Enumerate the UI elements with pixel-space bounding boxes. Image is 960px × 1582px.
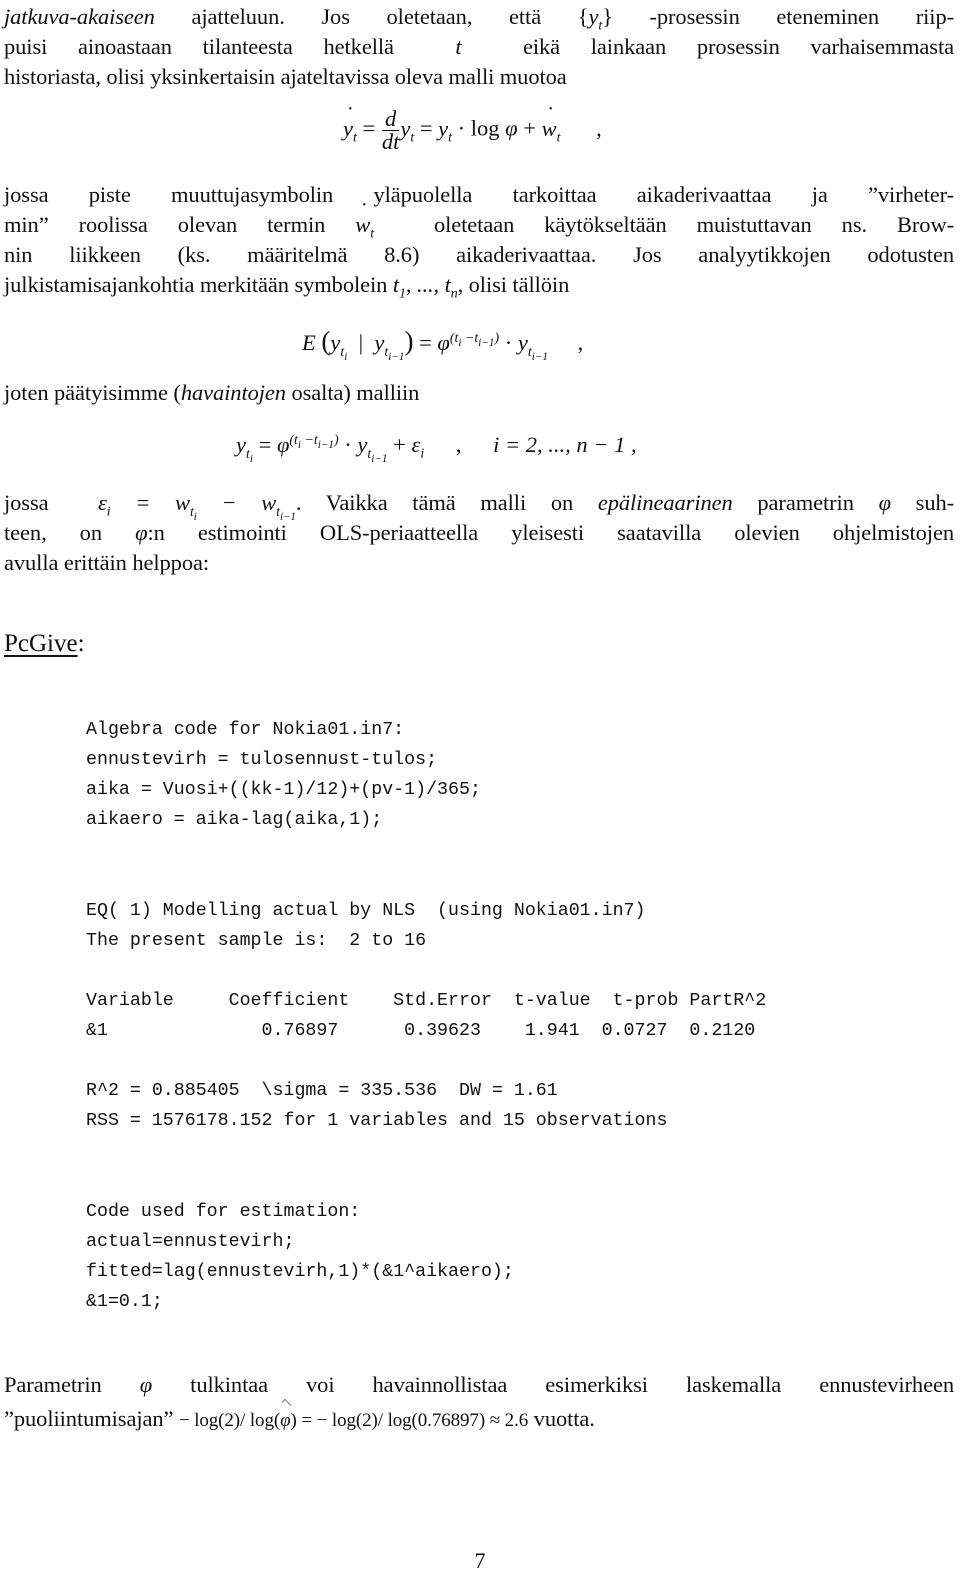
math-phi: φ [139, 1372, 153, 1397]
italic-term: havaintojen [180, 380, 286, 405]
para1-line2: puisi ainoastaan tilanteesta hetkellä t … [4, 32, 954, 62]
code-line: &1=0.1; [86, 1292, 163, 1312]
equation-expectation: E (yti | yti−1) = φ(ti −ti−1) · yti−1 , [302, 326, 584, 363]
text: osalta) malliin [285, 380, 420, 405]
output-title: EQ( 1) Modelling actual by NLS (using No… [86, 901, 646, 921]
derivative-fraction: d dt [381, 106, 400, 154]
equation-ode: yt = ddtyt = yt · log φ + wt , [343, 102, 602, 154]
text: eikä lainkaan prosessin varhaisemmasta [492, 34, 955, 59]
math-phi: φ [878, 490, 891, 515]
para2-line1: jossa piste muuttujasymbolin yläpuolella… [4, 182, 954, 207]
index-range: i = 2, ..., n − 1 , [493, 432, 637, 457]
code-line: Algebra code for Nokia01.in7: [86, 720, 405, 740]
text: julkistamisajankohtia merkitään symbolei… [4, 272, 393, 297]
italic-term: epälineaarinen [597, 490, 733, 515]
comma: , [596, 115, 602, 141]
text: min” roolissa olevan termin [4, 212, 356, 237]
text: } -prosessin eteneminen riip- [602, 4, 954, 29]
text: ajatteluun. Jos oletetaan, että { [154, 4, 589, 29]
output-table-row: &1 0.76897 0.39623 1.941 0.0727 0.2120 [86, 1021, 756, 1041]
para5-line2: ”puoliintumisajan” − log(2)/ log(φ) = − … [4, 1404, 595, 1436]
output-stats-2: RSS = 1576178.152 for 1 variables and 15… [86, 1111, 668, 1131]
text: Parametrin [4, 1372, 140, 1397]
para4-line2: teen, on φ:n estimointi OLS-periaatteell… [4, 518, 954, 548]
code-line: ennustevirh = tulosennust-tulos; [86, 750, 438, 770]
text: tulkintaa voi havainnollistaa esimerkiks… [152, 1372, 954, 1397]
para2-line2: min” roolissa olevan termin wt oletetaan… [4, 196, 954, 241]
colon: : [77, 630, 85, 657]
para3-line: joten päätyisimme (havaintojen osalta) m… [4, 378, 419, 408]
math-wdot: wt [355, 196, 404, 241]
equation-model: yti = φ(ti −ti−1) · yti−1 + εi , i = 2, … [236, 432, 637, 465]
math-t: t [424, 34, 493, 59]
text: parametrin [732, 490, 879, 515]
text: suh- [890, 490, 955, 515]
output-table-header: Variable Coefficient Std.Error t-value t… [86, 991, 767, 1011]
para2-line3: nin liikkeen (ks. määritelmä 8.6) aikade… [4, 242, 954, 267]
page-number: 7 [474, 1548, 486, 1573]
output-stats-1: R^2 = 0.885405 \sigma = 335.536 DW = 1.6… [86, 1081, 558, 1101]
text: teen, on [4, 520, 136, 545]
text: jossa [4, 490, 74, 515]
output-sample: The present sample is: 2 to 16 [86, 931, 427, 951]
math-text: − log(2)/ log( [178, 1410, 281, 1431]
code-line: actual=ennustevirh; [86, 1232, 295, 1252]
code-line: aikaero = aika-lag(aika,1); [86, 810, 383, 830]
math-phi: φ [135, 520, 148, 545]
text: oletetaan käytökseltään muistuttavan ns.… [403, 212, 954, 237]
section-heading-pcgive: PcGive: [4, 630, 85, 658]
heading-text: PcGive [4, 630, 78, 657]
text: , olisi tällöin [457, 272, 570, 297]
text: . Vaikka tämä malli on [295, 490, 598, 515]
math-epsilon-def: εi = wti − wti−1 [73, 490, 296, 523]
comma: , [577, 330, 584, 355]
code-line: aika = Vuosi+((kk-1)/12)+(pv-1)/365; [86, 780, 481, 800]
code-line: fitted=lag(ennustevirh,1)*(&1^aikaero); [86, 1262, 514, 1282]
para4-line3: avulla erittäin helppoa: [4, 550, 210, 575]
text: vuotta. [528, 1406, 595, 1431]
para1-line3: historiasta, olisi yksinkertaisin ajatel… [4, 64, 567, 89]
para4-line1: jossa εi = wti − wti−1. Vaikka tämä mall… [4, 488, 955, 523]
italic-term: jatkuva-akaiseen [4, 4, 155, 29]
para2-line4: julkistamisajankohtia merkitään symbolei… [4, 270, 570, 302]
code-line: Code used for estimation: [86, 1202, 361, 1222]
text: joten päätyisimme ( [4, 380, 181, 405]
math-yt: yt [588, 4, 603, 34]
math-phi-hat: φ [280, 1406, 291, 1436]
text: :n estimointi OLS-periaatteella yleisest… [147, 520, 954, 545]
math-text: ) = − log(2)/ log(0.76897) ≈ 2.6 [290, 1410, 529, 1431]
para5-line1: Parametrin φ tulkintaa voi havainnollist… [4, 1370, 954, 1400]
text: puisi ainoastaan tilanteesta hetkellä [4, 34, 425, 59]
math-t-sequence: t1, ..., tn [392, 272, 458, 302]
text: ”puoliintumisajan” [4, 1406, 179, 1431]
para1-line1: jatkuva-akaiseen ajatteluun. Jos oleteta… [4, 2, 954, 34]
